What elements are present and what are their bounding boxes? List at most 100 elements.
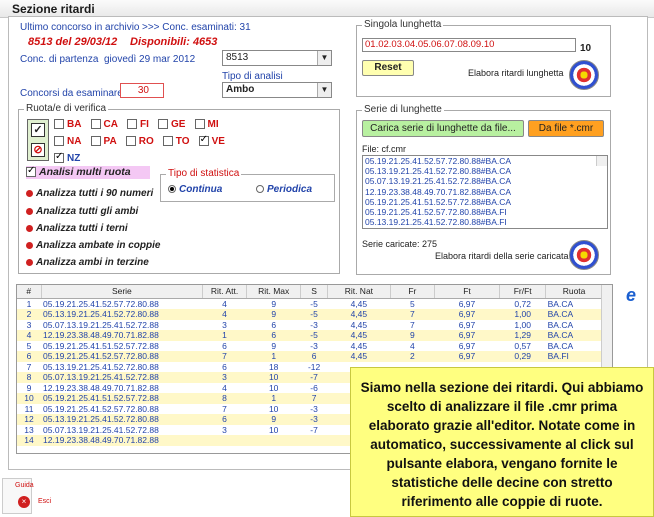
- target-icon[interactable]: [569, 240, 599, 270]
- chk-na[interactable]: [54, 136, 64, 147]
- table-cell: 6,97: [434, 309, 500, 320]
- serie-loaded-count: Serie caricate: 275: [362, 239, 438, 249]
- table-cell: 7: [202, 351, 247, 362]
- multi-ruota-row: Analisi multi ruota: [26, 165, 150, 179]
- table-cell: 1,00: [499, 309, 546, 320]
- chk-ro[interactable]: [125, 136, 136, 147]
- list-item[interactable]: 05.19.21.25.41.51.52.57.72.88#BA.CA: [363, 197, 607, 207]
- radio-continua[interactable]: [168, 185, 176, 194]
- list-item[interactable]: 05.13.19.21.25.41.52.72.80.88#BA.FI: [363, 217, 607, 227]
- window-title: Sezione ritardi: [12, 2, 95, 16]
- ruota-mi-label: MI: [207, 119, 219, 130]
- action-ambi-terzine[interactable]: Analizza ambi in terzine: [26, 256, 149, 268]
- multi-ruota-label: Analisi multi ruota: [39, 166, 131, 178]
- action-ambate-coppie[interactable]: Analizza ambate in coppie: [26, 239, 160, 251]
- ruota-to-label: TO: [175, 136, 190, 147]
- guida-link[interactable]: Guida: [15, 482, 34, 489]
- chk-pa[interactable]: [90, 136, 101, 147]
- lunghetta-input[interactable]: 01.02.03.04.05.06.07.08.09.10: [362, 38, 576, 52]
- radio-periodica[interactable]: [256, 185, 264, 194]
- table-cell: 10: [268, 382, 279, 393]
- table-cell: 4: [222, 298, 227, 309]
- table-cell: 6,97: [458, 298, 476, 309]
- action-tutti-terni[interactable]: Analizza tutti i terni: [26, 222, 128, 234]
- start-select[interactable]: 8513 ▼: [222, 50, 332, 66]
- chk-fi[interactable]: [127, 119, 138, 130]
- table-row[interactable]: 2 05.13.19.21.25.41.52.72.80.88 4 9 -5 4,45 7 6…: [17, 309, 603, 320]
- esci-link[interactable]: Esci: [38, 498, 51, 505]
- chk-multi-ruota[interactable]: [26, 165, 36, 178]
- cmr-file-button[interactable]: Da file *.cmr: [528, 120, 604, 137]
- radio-periodica-row[interactable]: Periodica: [256, 183, 312, 195]
- table-cell: 1: [246, 393, 301, 404]
- table-cell: 6: [222, 340, 227, 351]
- table-cell: 5: [410, 298, 415, 309]
- table-cell: 5: [26, 340, 32, 351]
- select-all-icon[interactable]: ✓: [31, 123, 45, 137]
- col-header-serie[interactable]: Serie: [41, 285, 204, 299]
- table-cell: 4: [17, 330, 42, 341]
- table-cell: 13: [24, 424, 34, 435]
- table-row[interactable]: 1 05.19.21.25.41.52.57.72.80.88 4 9 -5 4,45 5 6…: [17, 298, 603, 309]
- chk-ba[interactable]: [54, 119, 64, 130]
- col-header-fr-ft[interactable]: Fr/Ft: [499, 285, 547, 299]
- action-ambi-terzine-label: Analizza ambi in terzine: [36, 257, 149, 268]
- list-item[interactable]: 05.19.21.25.41.52.57.72.80.88#BA.FI: [363, 207, 607, 217]
- chk-to[interactable]: [162, 136, 173, 147]
- table-cell: BA.CA: [545, 309, 603, 320]
- chk-mi[interactable]: [194, 119, 205, 130]
- table-cell: 3: [26, 319, 32, 330]
- chk-nz[interactable]: [54, 151, 64, 164]
- table-cell: 05.13.19.21.25.41.52.72.80.88: [43, 361, 159, 372]
- col-header-ft[interactable]: Ft: [434, 285, 501, 299]
- list-item[interactable]: 05.13.19.21.25.41.52.72.80.88#BA.CA: [363, 166, 607, 176]
- action-tutti-terni-label: Analizza tutti i terni: [36, 223, 128, 234]
- list-item[interactable]: 05.19.21.25.41.52.57.72.80.88#BA.CA: [363, 156, 607, 166]
- col-header-s[interactable]: S: [300, 285, 328, 299]
- action-90-numeri[interactable]: Analizza tutti i 90 numeri: [26, 187, 153, 199]
- table-cell: -5: [310, 298, 318, 309]
- col-header-fr[interactable]: Fr: [390, 285, 435, 299]
- table-row[interactable]: 5 05.19.21.25.41.51.52.57.72.88 6 9 -3 4,45 4 6…: [17, 341, 603, 352]
- serie-list[interactable]: 05.19.21.25.41.52.57.72.80.88#BA.CA 05.1…: [362, 155, 608, 229]
- count-input[interactable]: 30: [120, 83, 164, 98]
- table-row[interactable]: 4 12.19.23.38.48.49.70.71.82.88 1 6 -5 4,45 9 6…: [17, 330, 603, 341]
- chk-ge[interactable]: [157, 119, 168, 130]
- close-icon[interactable]: ×: [18, 496, 30, 508]
- action-tutti-ambi[interactable]: Analizza tutti gli ambi: [26, 205, 138, 217]
- table-cell: 7: [410, 319, 415, 330]
- table-cell: -7: [310, 424, 318, 435]
- available-count: Disponibili: 4653: [130, 36, 218, 48]
- stat-type-title: Tipo di statistica: [166, 168, 242, 179]
- chk-ve[interactable]: [198, 134, 209, 147]
- table-cell: [246, 435, 301, 446]
- ruota-ca-label: CA: [103, 119, 118, 130]
- col-header-index[interactable]: #: [17, 285, 42, 299]
- col-header-rit-att[interactable]: Rit. Att.: [202, 285, 247, 299]
- reset-button[interactable]: Reset: [362, 60, 414, 76]
- radio-continua-row[interactable]: Continua: [168, 183, 222, 195]
- deselect-all-icon[interactable]: ⊘: [31, 143, 45, 157]
- analysis-type-select[interactable]: Ambo ▼: [222, 82, 332, 98]
- col-header-rit-nat[interactable]: Rit. Nat: [327, 285, 392, 299]
- table-cell: 9: [271, 298, 277, 309]
- list-item[interactable]: 12.19.23.38.48.49.70.71.82.88#BA.CA: [363, 187, 607, 197]
- list-item[interactable]: 05.07.13.19.21.25.41.52.72.88#BA.CA: [363, 176, 607, 186]
- ruote-row-3: NZ: [54, 151, 86, 164]
- table-cell: [202, 435, 247, 446]
- table-cell: 10: [246, 372, 301, 383]
- table-cell: 18: [268, 361, 279, 372]
- table-cell: 1: [246, 351, 301, 362]
- table-cell: 12.19.23.38.48.49.70.71.82.88: [41, 330, 203, 341]
- ie-export-icon[interactable]: e: [620, 285, 642, 305]
- table-cell: BA.CA: [547, 319, 574, 330]
- table-row[interactable]: 3 05.07.13.19.21.25.41.52.72.88 3 6 -3 4,45 7 6…: [17, 320, 603, 331]
- load-serie-button[interactable]: Carica serie di lunghette da file...: [362, 120, 524, 137]
- target-icon[interactable]: [569, 60, 599, 90]
- table-cell: 4,45: [327, 309, 391, 320]
- serie-scrollbar[interactable]: [596, 156, 607, 167]
- col-header-rit-max[interactable]: Rit. Max: [246, 285, 302, 299]
- table-row[interactable]: 6 05.19.21.25.41.52.57.72.80.88 7 1 6 4,45 2 6,…: [17, 351, 603, 362]
- chk-ca[interactable]: [90, 119, 101, 130]
- col-header-ruota[interactable]: Ruota: [545, 285, 603, 299]
